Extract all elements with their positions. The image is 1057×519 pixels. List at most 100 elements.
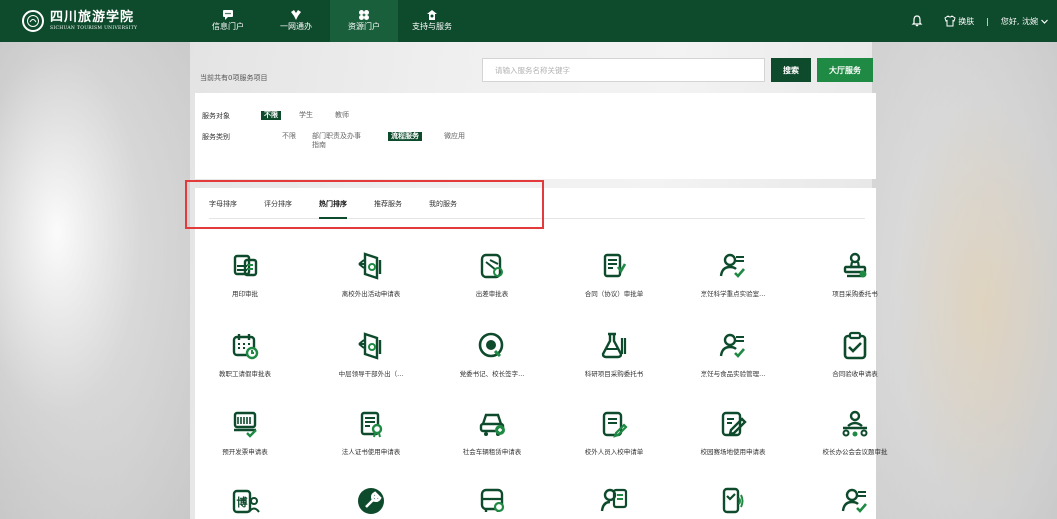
separator: | (986, 16, 989, 26)
service-tile[interactable] (680, 485, 786, 517)
service-tile[interactable]: 科研项目采购委托书 (561, 330, 667, 378)
nav-item-resource-portal[interactable]: 资源门户 (330, 0, 398, 42)
service-name: 中层领导干部外出（... (338, 370, 404, 378)
service-tile[interactable]: 法人证书使用申请表 (318, 408, 424, 456)
service-name: 预开发票申请表 (222, 448, 268, 456)
stamp-doc-icon (233, 254, 258, 277)
service-tile[interactable]: 出差审批表 (439, 250, 545, 298)
service-name: 教职工请假审批表 (219, 370, 271, 378)
service-tile[interactable]: 社会车辆租赁申请表 (439, 408, 545, 456)
service-name: 合同（协议）审批单 (584, 290, 644, 298)
search-input[interactable] (482, 58, 765, 82)
door-exit-icon (358, 252, 382, 280)
service-tile[interactable]: 项目采购委托书 (802, 250, 908, 298)
filter-label-category: 服务类别 (202, 133, 230, 141)
service-name: 校长办公会会议题审批 (822, 448, 888, 456)
search-bar: 搜索 大厅服务 (482, 58, 873, 82)
service-tile[interactable] (802, 485, 908, 517)
service-name: 社会车辆租赁申请表 (462, 448, 522, 456)
nav-item-info-portal[interactable]: 信息门户 (194, 0, 262, 42)
filter-option-teacher[interactable]: 教师 (335, 111, 349, 120)
door-exit-icon (358, 332, 382, 360)
service-tile[interactable]: 合同验收申请表 (802, 330, 908, 378)
service-tile[interactable]: 校长办公会会议题审批 (802, 408, 908, 456)
logo-english-name: SICHUAN TOURISM UNIVERSITY (50, 25, 138, 31)
service-tile[interactable]: 离校外出活动申请表 (318, 250, 424, 298)
person-doc-icon (600, 488, 628, 512)
meeting-icon (842, 410, 868, 437)
filter-option-category-any[interactable]: 不限 (282, 132, 296, 141)
nav-item-one-stop[interactable]: 一网通办 (262, 0, 330, 42)
service-tile[interactable]: 校外人员入校申请单 (561, 408, 667, 456)
service-tile[interactable]: 烹饪科学重点实验室... (680, 250, 786, 298)
filter-option-target-any[interactable]: 不限 (261, 111, 281, 120)
travel-icon (480, 253, 503, 279)
flask-doc-icon (601, 332, 627, 359)
hall-service-button[interactable]: 大厅服务 (817, 58, 873, 82)
university-logo[interactable]: 四川旅游学院 SICHUAN TOURISM UNIVERSITY (22, 10, 172, 32)
contract-icon (603, 253, 627, 278)
skin-button[interactable]: 换肤 (944, 15, 974, 27)
service-name: 用印审批 (232, 290, 258, 298)
service-tile[interactable]: 预开发票申请表 (192, 408, 298, 456)
service-name: 离校外出活动申请表 (341, 290, 401, 298)
user-menu[interactable]: 您好, 沈婉 (1001, 16, 1049, 27)
nav-label: 支持与服务 (412, 22, 452, 31)
bus-icon (480, 488, 505, 513)
shirt-icon (944, 15, 956, 27)
nav-label: 一网通办 (280, 22, 312, 31)
person-check-icon (841, 488, 867, 513)
service-tile[interactable]: 博 (192, 485, 298, 517)
bell-icon[interactable] (910, 14, 924, 28)
search-button[interactable]: 搜索 (771, 58, 811, 82)
service-tile[interactable] (439, 485, 545, 517)
nav-item-support[interactable]: 支持与服务 (398, 0, 466, 42)
doc-edit-icon (602, 411, 628, 438)
service-tile[interactable]: 教职工请假审批表 (192, 330, 298, 378)
service-tile[interactable]: 烹饪与食品实验管理... (680, 330, 786, 378)
nav-label: 资源门户 (348, 22, 380, 31)
background-left (0, 42, 190, 519)
top-right-tools: 换肤 | 您好, 沈婉 (910, 14, 1049, 28)
wrench-icon (358, 488, 384, 514)
service-tile[interactable]: 中层领导干部外出（... (318, 330, 424, 378)
svg-text:博: 博 (237, 495, 248, 509)
message-icon (223, 10, 233, 20)
university-seal-icon (22, 10, 44, 32)
filter-option-student[interactable]: 学生 (299, 111, 313, 120)
stamp-icon (843, 252, 867, 278)
logo-text: 四川旅游学院 SICHUAN TOURISM UNIVERSITY (50, 10, 138, 32)
support-icon (427, 10, 437, 20)
main-nav: 信息门户 一网通办 资源门户 支持与服务 (194, 0, 466, 42)
service-name: 科研项目采购委托书 (584, 370, 644, 378)
service-name: 校园赛场地使用申请表 (700, 448, 766, 456)
service-tile[interactable]: 校园赛场地使用申请表 (680, 408, 786, 456)
filter-option-process-service[interactable]: 流程服务 (388, 132, 422, 141)
service-name: 烹饪科学重点实验室... (700, 290, 766, 298)
service-name: 项目采购委托书 (832, 290, 878, 298)
doctor-icon: 博 (232, 489, 260, 514)
filter-option-dept-guide[interactable]: 部门职责及办事指南 (312, 132, 364, 150)
handshake-icon (291, 10, 301, 20)
filter-option-micro-app[interactable]: 微应用 (444, 132, 465, 141)
filter-row-target: 服务对象 不限 学生 教师 (202, 111, 367, 121)
service-name: 法人证书使用申请表 (341, 448, 401, 456)
service-name: 合同验收申请表 (832, 370, 878, 378)
tabs-highlight-annotation (185, 180, 544, 229)
service-name: 烹饪与食品实验管理... (700, 370, 766, 378)
service-count-text: 当前共有0项服务项目 (200, 74, 268, 82)
service-tile[interactable] (561, 485, 667, 517)
service-tile[interactable] (318, 485, 424, 517)
service-tile[interactable]: 用印审批 (192, 250, 298, 298)
person-check-icon (719, 333, 745, 358)
doc-pen-icon (721, 411, 747, 437)
calendar-leave-icon (232, 334, 259, 360)
filter-panel: 服务对象 不限 学生 教师 服务类别 不限 部门职责及办事指南 流程服务 微应用 (195, 93, 876, 179)
certificate-icon (360, 411, 383, 438)
service-tile[interactable]: 党委书记、校长签字... (439, 330, 545, 378)
clipboard-check-icon (843, 331, 867, 360)
service-tile[interactable]: 合同（协议）审批单 (561, 250, 667, 298)
phone-icon (722, 487, 744, 514)
nav-label: 信息门户 (212, 22, 244, 31)
person-check-icon (719, 253, 745, 278)
